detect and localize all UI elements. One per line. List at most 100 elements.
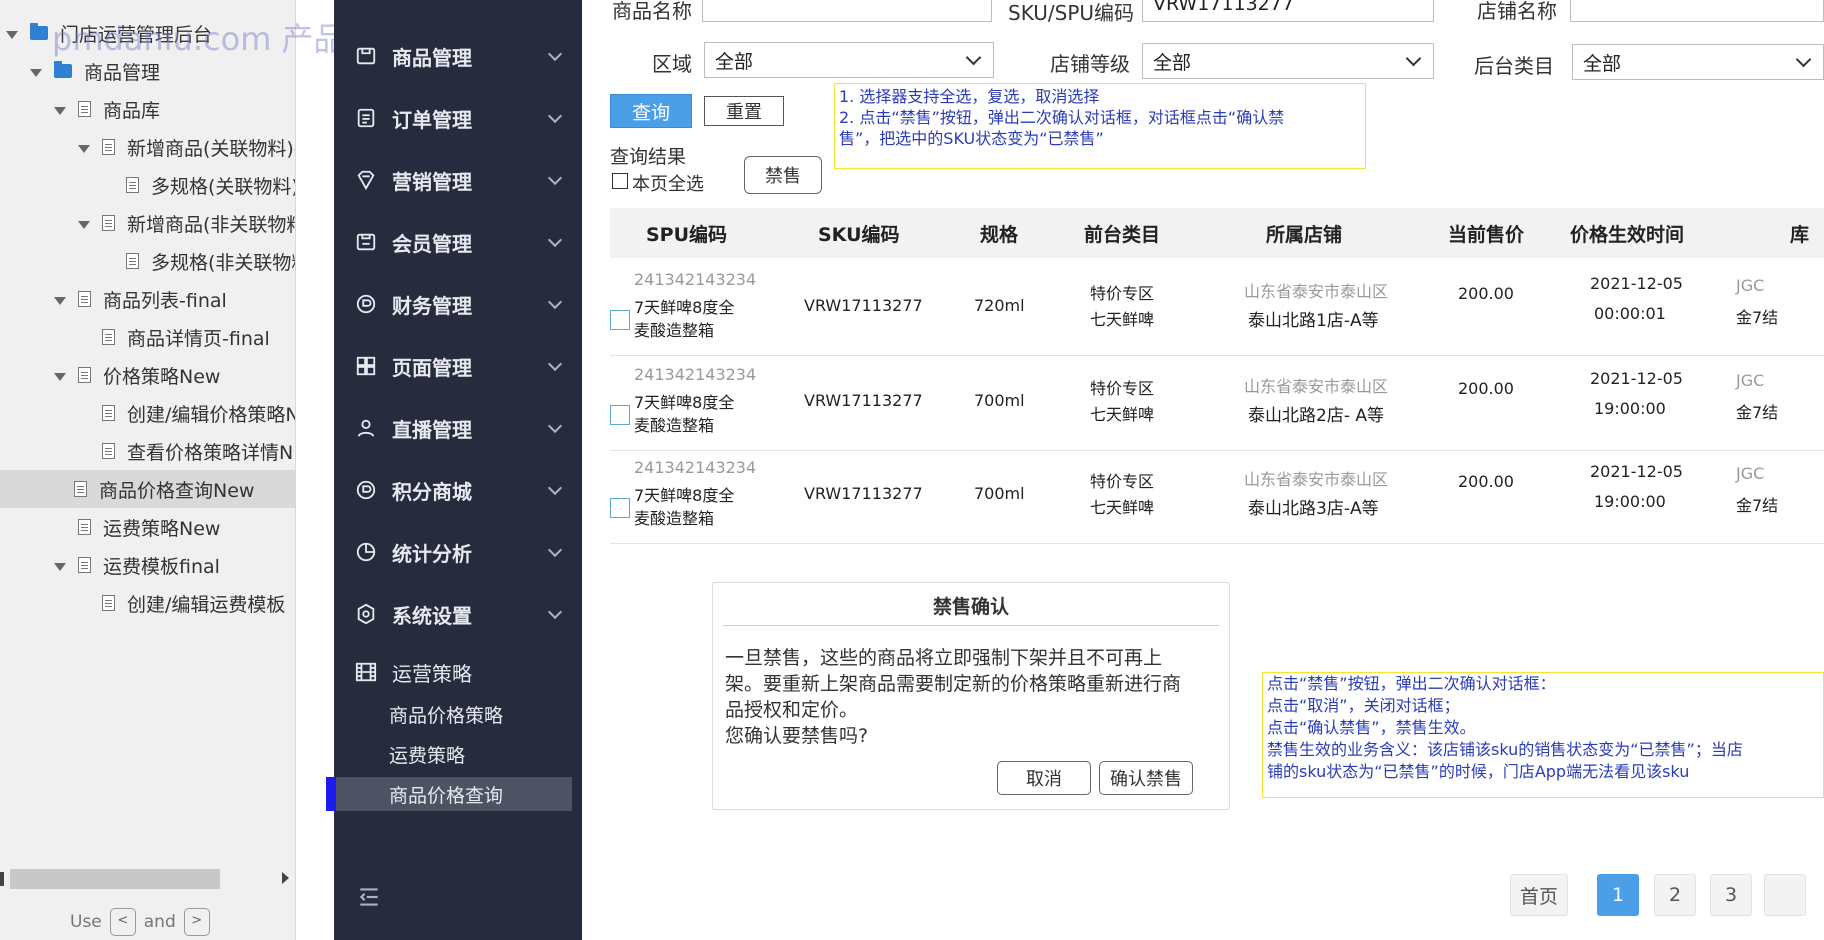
category-select[interactable]: 全部	[1572, 44, 1824, 80]
sub-item-price-query[interactable]: 商品价格查询	[334, 777, 572, 811]
store-name-label: 店铺名称	[1477, 0, 1557, 23]
dialog-title: 禁售确认	[932, 596, 1009, 618]
cell-spec: 700ml	[974, 484, 1025, 503]
select-all-checkbox[interactable]	[612, 173, 628, 189]
tree-item[interactable]: 创建/编辑价格策略N	[78, 394, 296, 432]
tree-item[interactable]: 查看价格策略详情N	[78, 432, 293, 470]
tree-horizontal-scrollbar[interactable]	[10, 869, 220, 889]
tree-item[interactable]: 新增商品(非关联物料	[78, 204, 295, 242]
tree-item[interactable]: 创建/编辑运费模板	[78, 584, 285, 622]
tree-item[interactable]: 运费模板final	[54, 546, 220, 584]
pagination-first[interactable]: 首页	[1510, 874, 1568, 916]
tree-item[interactable]: 商品详情页-final	[78, 318, 270, 356]
cell-name-line2: 麦酸造整箱	[634, 509, 715, 528]
page-icon	[78, 367, 91, 383]
menu-pie-chart[interactable]: 统计分析	[354, 532, 564, 572]
expand-caret-icon[interactable]	[78, 145, 90, 153]
sub-item-price-strategy[interactable]: 商品价格策略	[389, 701, 503, 728]
dialog-line3: 品授权和定价。	[725, 699, 859, 721]
region-select[interactable]: 全部	[704, 42, 994, 78]
cell-store: 泰山北路2店- A等	[1248, 406, 1384, 426]
dialog-body: 一旦禁售，这些的商品将立即强制下架并且不可再上 架。要重新上架商品需要制定新的价…	[725, 645, 1215, 749]
tree-item[interactable]: 多规格(非关联物料	[102, 242, 295, 280]
page-icon	[102, 139, 115, 155]
cell-category-1: 特价专区	[1090, 284, 1155, 303]
page-icon	[78, 291, 91, 307]
dialog-cancel-button[interactable]: 取消	[997, 761, 1091, 795]
page-icon	[78, 519, 91, 535]
row-checkbox[interactable]	[610, 405, 630, 425]
menu-page-grid[interactable]: 页面管理	[354, 346, 564, 386]
menu-settings[interactable]: 系统设置	[354, 594, 564, 634]
film-icon	[354, 660, 378, 684]
cell-price: 200.00	[1458, 284, 1514, 303]
page-icon	[102, 329, 115, 345]
page-icon	[126, 177, 139, 193]
results-label: 查询结果	[610, 146, 687, 168]
pagination-next-partial[interactable]	[1764, 874, 1806, 916]
scroll-left-icon[interactable]	[0, 872, 4, 886]
cell-time: 19:00:00	[1594, 492, 1666, 511]
product-name-input[interactable]	[702, 0, 992, 22]
chevron-down-icon	[547, 356, 563, 372]
category-select-value: 全部	[1583, 52, 1622, 75]
reset-button[interactable]: 重置	[704, 96, 784, 126]
page-icon	[74, 481, 87, 497]
table-header: SPU编码 SKU编码 规格 前台类目 所属店铺 当前售价 价格生效时间 库	[610, 208, 1824, 258]
row-checkbox[interactable]	[610, 498, 630, 518]
tree-item[interactable]: 商品价格查询New	[0, 470, 295, 508]
page-icon	[102, 443, 115, 459]
tree-item-label: 创建/编辑价格策略N	[127, 403, 296, 426]
folder-icon	[30, 23, 48, 40]
expand-caret-icon[interactable]	[54, 373, 66, 381]
tree-item[interactable]: 门店运营管理后台	[6, 14, 212, 52]
tree-item[interactable]: 运费策略New	[54, 508, 220, 546]
scroll-right-icon[interactable]	[282, 872, 289, 884]
collapse-menu-icon[interactable]	[356, 884, 382, 910]
cell-sku: VRW17113277	[804, 484, 923, 503]
ban-button[interactable]: 禁售	[744, 156, 822, 194]
chevron-down-icon	[547, 46, 563, 62]
tree-item[interactable]: 多规格(关联物料)	[102, 166, 295, 204]
tree-item-label: 商品价格查询New	[99, 479, 255, 502]
tree-item[interactable]: 商品管理	[30, 52, 160, 90]
pagination-page-2[interactable]: 2	[1654, 874, 1696, 916]
menu-ops-strategy[interactable]: 运营策略	[354, 652, 564, 692]
region-select-value: 全部	[715, 50, 754, 73]
menu-finance[interactable]: 财务管理	[354, 284, 564, 324]
tree-item[interactable]: 商品列表-final	[54, 280, 227, 318]
active-indicator	[326, 777, 336, 811]
cell-store: 泰山北路3店-A等	[1248, 499, 1379, 519]
menu-order[interactable]: 订单管理	[354, 98, 564, 138]
cell-extra-code: JGC	[1736, 371, 1765, 390]
col-store: 所属店铺	[1266, 224, 1343, 246]
query-button[interactable]: 查询	[610, 94, 692, 128]
expand-caret-icon[interactable]	[54, 563, 66, 571]
cell-name-line2: 麦酸造整箱	[634, 416, 715, 435]
sku-input[interactable]: VRW17113277	[1142, 0, 1434, 22]
pagination-page-1[interactable]: 1	[1597, 874, 1639, 916]
store-level-select[interactable]: 全部	[1142, 43, 1434, 79]
menu-product[interactable]: 商品管理	[354, 36, 564, 76]
sku-label: SKU/SPU编码	[1008, 1, 1135, 25]
tree-item[interactable]: 商品库	[54, 90, 160, 128]
product-icon	[354, 44, 378, 68]
sub-item-shipping-strategy[interactable]: 运费策略	[389, 741, 465, 768]
tree-item[interactable]: 新增商品(关联物料)-	[78, 128, 295, 166]
tree-item[interactable]: 价格策略New	[54, 356, 220, 394]
dialog-confirm-ban-button[interactable]: 确认禁售	[1099, 761, 1193, 795]
menu-user[interactable]: 直播管理	[354, 408, 564, 448]
expand-caret-icon[interactable]	[30, 69, 42, 77]
pagination-page-3[interactable]: 3	[1710, 874, 1752, 916]
row-checkbox[interactable]	[610, 310, 630, 330]
dialog-divider	[723, 625, 1219, 626]
store-name-input[interactable]	[1570, 0, 1824, 22]
expand-caret-icon[interactable]	[6, 31, 18, 39]
menu-member[interactable]: 会员管理	[354, 222, 564, 262]
expand-caret-icon[interactable]	[54, 107, 66, 115]
chevron-down-icon	[547, 480, 563, 496]
expand-caret-icon[interactable]	[54, 297, 66, 305]
menu-marketing[interactable]: 营销管理	[354, 160, 564, 200]
expand-caret-icon[interactable]	[78, 221, 90, 229]
menu-points[interactable]: 积分商城	[354, 470, 564, 510]
